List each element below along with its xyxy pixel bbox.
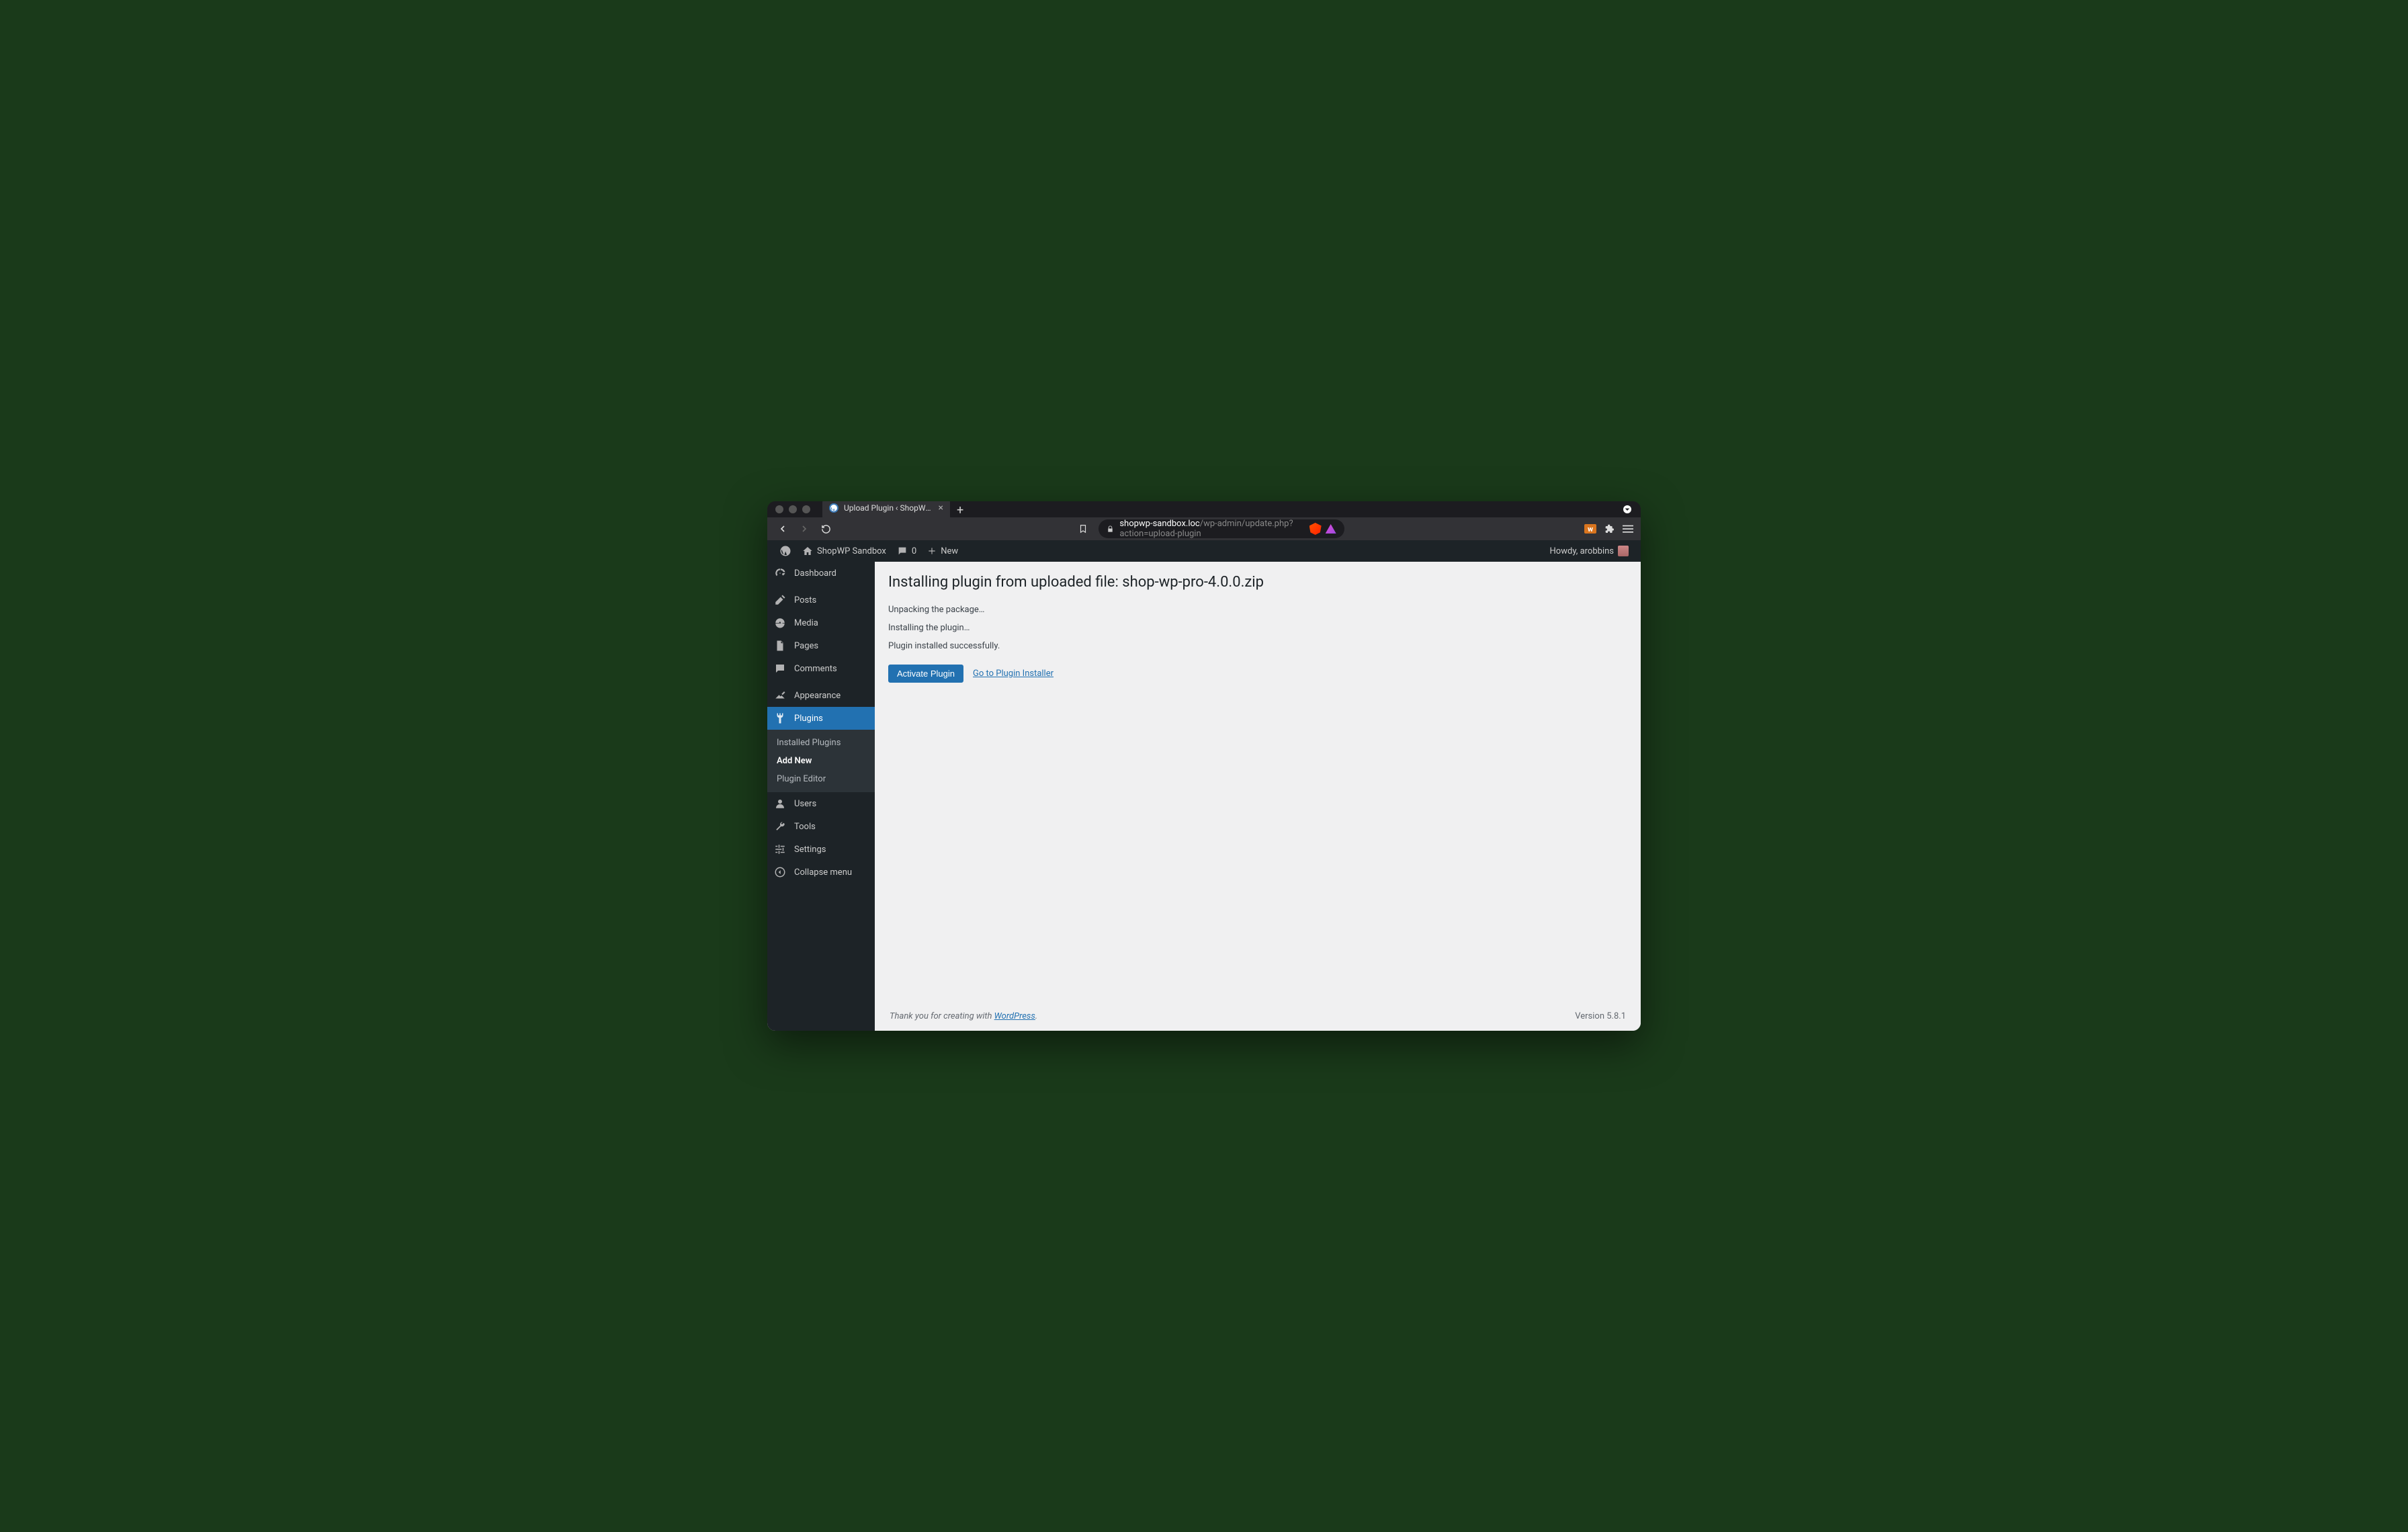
collapse-icon	[774, 866, 787, 878]
page-title: Installing plugin from uploaded file: sh…	[888, 574, 1627, 591]
menu-posts[interactable]: Posts	[767, 589, 875, 611]
traffic-lights	[775, 505, 810, 513]
tools-icon	[774, 820, 787, 833]
menu-plugins[interactable]: Plugins	[767, 707, 875, 730]
comments-count: 0	[912, 546, 916, 556]
menu-label: Users	[794, 799, 816, 809]
address-bar[interactable]: shopwp-sandbox.loc/wp-admin/update.php?a…	[1099, 519, 1344, 538]
wp-admin: ShopWP Sandbox 0 New Howdy, arobbins	[767, 540, 1641, 1031]
account-link[interactable]: Howdy, arobbins	[1545, 540, 1634, 562]
menu-appearance[interactable]: Appearance	[767, 684, 875, 707]
browser-window: Upload Plugin ‹ ShopWP Sandb × +	[767, 501, 1641, 1031]
titlebar: Upload Plugin ‹ ShopWP Sandb × +	[767, 501, 1641, 517]
menu-label: Dashboard	[794, 568, 836, 579]
menu-label: Pages	[794, 641, 818, 651]
tab-strip: Upload Plugin ‹ ShopWP Sandb × +	[820, 501, 1612, 517]
home-icon	[802, 546, 813, 556]
menu-users[interactable]: Users	[767, 792, 875, 815]
submenu-installed-plugins[interactable]: Installed Plugins	[767, 734, 875, 752]
bookmark-icon[interactable]	[1074, 520, 1092, 538]
url-text: shopwp-sandbox.loc/wp-admin/update.php?a…	[1119, 519, 1303, 539]
menu-label: Plugins	[794, 714, 823, 724]
extension-icon[interactable]: w	[1584, 523, 1596, 535]
appearance-icon	[774, 689, 787, 701]
action-row: Activate Plugin Go to Plugin Installer	[888, 665, 1627, 683]
extensions-puzzle-icon[interactable]	[1603, 523, 1615, 535]
menu-dashboard[interactable]: Dashboard	[767, 562, 875, 585]
menu-label: Media	[794, 618, 818, 628]
posts-icon	[774, 594, 787, 606]
comments-link[interactable]: 0	[892, 540, 922, 562]
minimize-window-button[interactable]	[789, 505, 797, 513]
comment-icon	[774, 663, 787, 675]
menu-comments[interactable]: Comments	[767, 657, 875, 680]
submenu-add-new[interactable]: Add New	[767, 752, 875, 770]
activate-plugin-button[interactable]: Activate Plugin	[888, 665, 963, 683]
reload-button[interactable]	[817, 520, 834, 538]
menu-settings[interactable]: Settings	[767, 838, 875, 861]
menu-label: Collapse menu	[794, 867, 852, 878]
maximize-window-button[interactable]	[802, 505, 810, 513]
tab-title: Upload Plugin ‹ ShopWP Sandb	[844, 503, 933, 513]
titlebar-menu-icon[interactable]	[1622, 504, 1633, 515]
wp-logo-menu[interactable]	[774, 540, 797, 562]
new-tab-button[interactable]: +	[950, 503, 970, 517]
brave-shield-icon[interactable]	[1309, 523, 1322, 535]
comment-icon	[897, 546, 908, 556]
status-installing: Installing the plugin…	[888, 623, 1627, 633]
status-unpacking: Unpacking the package…	[888, 605, 1627, 615]
menu-tools[interactable]: Tools	[767, 815, 875, 838]
users-icon	[774, 798, 787, 810]
pages-icon	[774, 640, 787, 652]
go-to-installer-link[interactable]: Go to Plugin Installer	[973, 669, 1054, 679]
new-label: New	[941, 546, 958, 556]
menu-label: Comments	[794, 664, 837, 674]
avatar	[1618, 546, 1629, 556]
menu-label: Tools	[794, 822, 816, 832]
wordpress-icon	[779, 545, 791, 557]
submenu-plugin-editor[interactable]: Plugin Editor	[767, 770, 875, 788]
rewards-icon[interactable]	[1326, 524, 1336, 534]
tab-close-icon[interactable]: ×	[939, 503, 943, 513]
wordpress-link[interactable]: WordPress	[994, 1011, 1035, 1021]
menu-media[interactable]: Media	[767, 611, 875, 634]
media-icon	[774, 617, 787, 629]
url-host: shopwp-sandbox.loc	[1119, 519, 1199, 529]
content-area: Installing plugin from uploaded file: sh…	[875, 562, 1641, 1031]
browser-tab[interactable]: Upload Plugin ‹ ShopWP Sandb ×	[822, 501, 950, 517]
forward-button[interactable]	[796, 520, 813, 538]
back-button[interactable]	[774, 520, 791, 538]
admin-sidebar: Dashboard Posts Media Pages Comments	[767, 562, 875, 1031]
new-content-link[interactable]: New	[922, 540, 963, 562]
site-name-link[interactable]: ShopWP Sandbox	[797, 540, 892, 562]
dashboard-icon	[774, 567, 787, 579]
site-name: ShopWP Sandbox	[817, 546, 886, 556]
wp-adminbar: ShopWP Sandbox 0 New Howdy, arobbins	[767, 540, 1641, 562]
browser-toolbar: shopwp-sandbox.loc/wp-admin/update.php?a…	[767, 517, 1641, 540]
menu-label: Posts	[794, 595, 816, 605]
howdy-text: Howdy, arobbins	[1550, 546, 1614, 556]
plugins-icon	[774, 712, 787, 724]
plus-icon	[927, 546, 937, 556]
plugins-submenu: Installed Plugins Add New Plugin Editor	[767, 730, 875, 792]
collapse-menu[interactable]: Collapse menu	[767, 861, 875, 884]
status-success: Plugin installed successfully.	[888, 641, 1627, 651]
menu-label: Appearance	[794, 691, 841, 701]
browser-menu-icon[interactable]	[1622, 523, 1634, 535]
wp-footer: Thank you for creating with WordPress. V…	[888, 1003, 1627, 1031]
footer-thanks: Thank you for creating with WordPress.	[890, 1011, 1037, 1021]
wordpress-favicon-icon	[829, 503, 838, 513]
settings-icon	[774, 843, 787, 855]
toolbar-right: w	[1584, 523, 1634, 535]
menu-pages[interactable]: Pages	[767, 634, 875, 657]
close-window-button[interactable]	[775, 505, 783, 513]
lock-icon	[1107, 525, 1114, 533]
wp-version: Version 5.8.1	[1575, 1011, 1626, 1021]
menu-label: Settings	[794, 845, 826, 855]
